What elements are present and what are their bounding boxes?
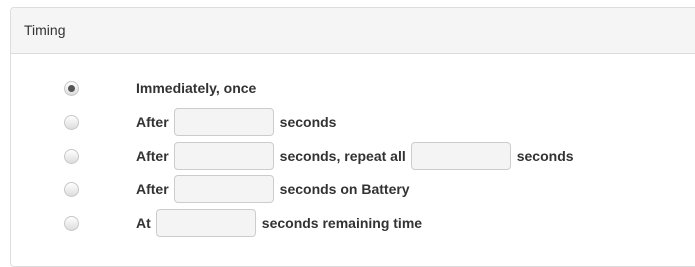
radio-selected-dot xyxy=(68,84,75,92)
option-label: After xyxy=(136,114,169,130)
option-label: At xyxy=(136,215,151,231)
radio-immediately-once[interactable] xyxy=(64,80,79,96)
timing-panel: Timing Immediately, once After seconds A… xyxy=(10,7,695,267)
radio-after[interactable] xyxy=(64,114,79,130)
option-label: seconds, repeat all xyxy=(279,148,406,164)
repeat-interval-seconds-input[interactable] xyxy=(410,142,511,170)
option-label: seconds xyxy=(279,114,337,130)
panel-title: Timing xyxy=(11,8,695,54)
option-label: After xyxy=(136,148,169,164)
radio-remaining-time[interactable] xyxy=(64,215,79,231)
option-label: Immediately, once xyxy=(136,80,257,96)
option-label: After xyxy=(136,181,169,197)
battery-seconds-input[interactable] xyxy=(173,175,274,203)
radio-repeat[interactable] xyxy=(64,148,79,164)
option-label: seconds on Battery xyxy=(279,181,410,197)
radio-battery[interactable] xyxy=(64,181,79,197)
after-seconds-input[interactable] xyxy=(173,108,274,136)
repeat-initial-seconds-input[interactable] xyxy=(173,142,274,170)
remaining-seconds-input[interactable] xyxy=(155,209,256,237)
option-label: seconds remaining time xyxy=(261,215,423,231)
option-label: seconds xyxy=(516,148,574,164)
